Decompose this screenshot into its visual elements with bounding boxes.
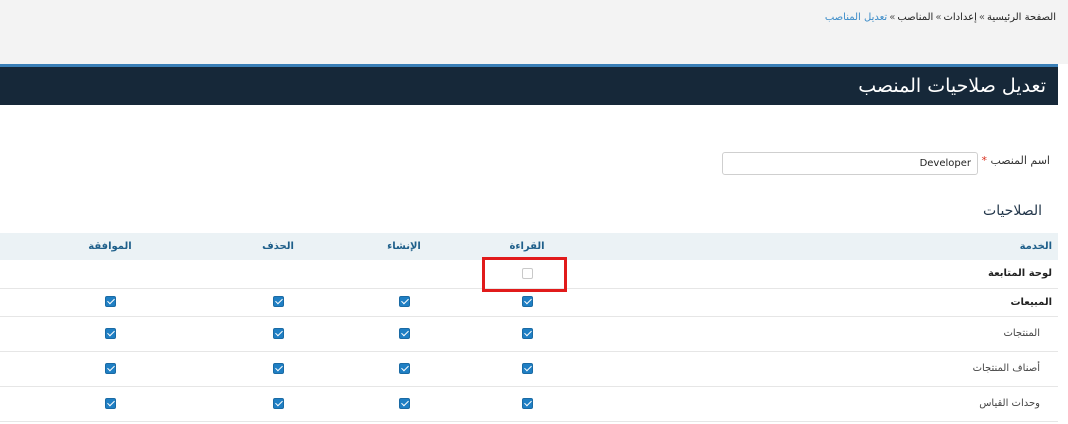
permissions-section-title: الصلاحيات (983, 203, 1042, 219)
permission-cell-create (336, 386, 472, 422)
panel-header: تعديل صلاحيات المنصب (0, 64, 1058, 105)
breadcrumb: الصفحة الرئيسية»إعدادات»المناصب»تعديل ال… (825, 12, 1056, 23)
breadcrumb-separator: » (889, 12, 896, 23)
table-row: أصناف المنتجات (0, 351, 1058, 387)
service-name: المنتجات (582, 316, 1058, 352)
create-permission-checkbox[interactable] (398, 362, 410, 374)
permission-cell-approve (0, 386, 220, 422)
column-header-read: القراءة (472, 233, 582, 260)
breadcrumb-current: تعديل المناصب (824, 12, 888, 23)
position-name-label-text: اسم المنصب (990, 154, 1050, 167)
approve-permission-checkbox[interactable] (104, 397, 116, 409)
service-name: وحدات القياس (582, 386, 1058, 422)
column-header-approve: الموافقة (0, 233, 220, 260)
create-permission-checkbox[interactable] (398, 327, 410, 339)
permission-cell-delete (220, 386, 336, 422)
column-header-service: الخدمة (582, 233, 1058, 260)
permission-cell-approve (0, 288, 220, 317)
service-name: المبيعات (582, 288, 1058, 317)
permission-cell-approve (0, 260, 220, 289)
breadcrumb-separator: » (978, 12, 985, 23)
service-name: لوحة المتابعة (582, 260, 1058, 289)
top-bar: الصفحة الرئيسية»إعدادات»المناصب»تعديل ال… (0, 0, 1068, 64)
permission-cell-read (472, 316, 582, 352)
table-row: المبيعات (0, 288, 1058, 317)
permission-cell-delete (220, 316, 336, 352)
delete-permission-checkbox[interactable] (272, 362, 284, 374)
breadcrumb-settings[interactable]: إعدادات (943, 12, 976, 23)
permissions-table-body: لوحة المتابعة المبيعات المنتجات أصناف المنت… (0, 260, 1058, 422)
permission-cell-delete (220, 351, 336, 387)
breadcrumb-separator: » (935, 12, 942, 23)
position-name-label: اسم المنصب * (979, 154, 1050, 167)
permission-cell-approve (0, 316, 220, 352)
delete-permission-checkbox[interactable] (272, 327, 284, 339)
permission-cell-read (472, 288, 582, 317)
permission-cell-create (336, 316, 472, 352)
permission-cell-create (336, 288, 472, 317)
permission-cell-read (472, 351, 582, 387)
approve-permission-checkbox[interactable] (104, 327, 116, 339)
read-permission-checkbox[interactable] (521, 268, 533, 279)
delete-permission-checkbox[interactable] (272, 296, 284, 308)
create-permission-checkbox[interactable] (398, 296, 410, 308)
service-name: أصناف المنتجات (582, 351, 1058, 387)
page-title: تعديل صلاحيات المنصب (858, 75, 1046, 97)
permission-cell-delete (220, 260, 336, 289)
read-permission-checkbox[interactable] (521, 296, 533, 308)
permission-cell-read (472, 386, 582, 422)
breadcrumb-positions[interactable]: المناصب (897, 12, 933, 23)
required-marker: * (981, 154, 987, 167)
permission-cell-approve (0, 351, 220, 387)
position-name-input[interactable] (722, 152, 978, 175)
approve-permission-checkbox[interactable] (104, 296, 116, 308)
delete-permission-checkbox[interactable] (272, 397, 284, 409)
permissions-table: الخدمة القراءة الإنشاء الحذف الموافقة لو… (0, 233, 1058, 422)
create-permission-checkbox[interactable] (398, 397, 410, 409)
approve-permission-checkbox[interactable] (104, 362, 116, 374)
column-header-create: الإنشاء (336, 233, 472, 260)
read-permission-checkbox[interactable] (521, 362, 533, 374)
read-permission-checkbox[interactable] (521, 397, 533, 409)
permission-cell-create (336, 260, 472, 289)
permission-cell-delete (220, 288, 336, 317)
permission-cell-create (336, 351, 472, 387)
table-header-row: الخدمة القراءة الإنشاء الحذف الموافقة (0, 233, 1058, 260)
permission-cell-read (472, 260, 582, 289)
table-row: وحدات القياس (0, 386, 1058, 422)
read-permission-checkbox[interactable] (521, 327, 533, 339)
breadcrumb-home[interactable]: الصفحة الرئيسية (987, 12, 1056, 23)
column-header-delete: الحذف (220, 233, 336, 260)
table-row: المنتجات (0, 316, 1058, 352)
table-row: لوحة المتابعة (0, 260, 1058, 289)
